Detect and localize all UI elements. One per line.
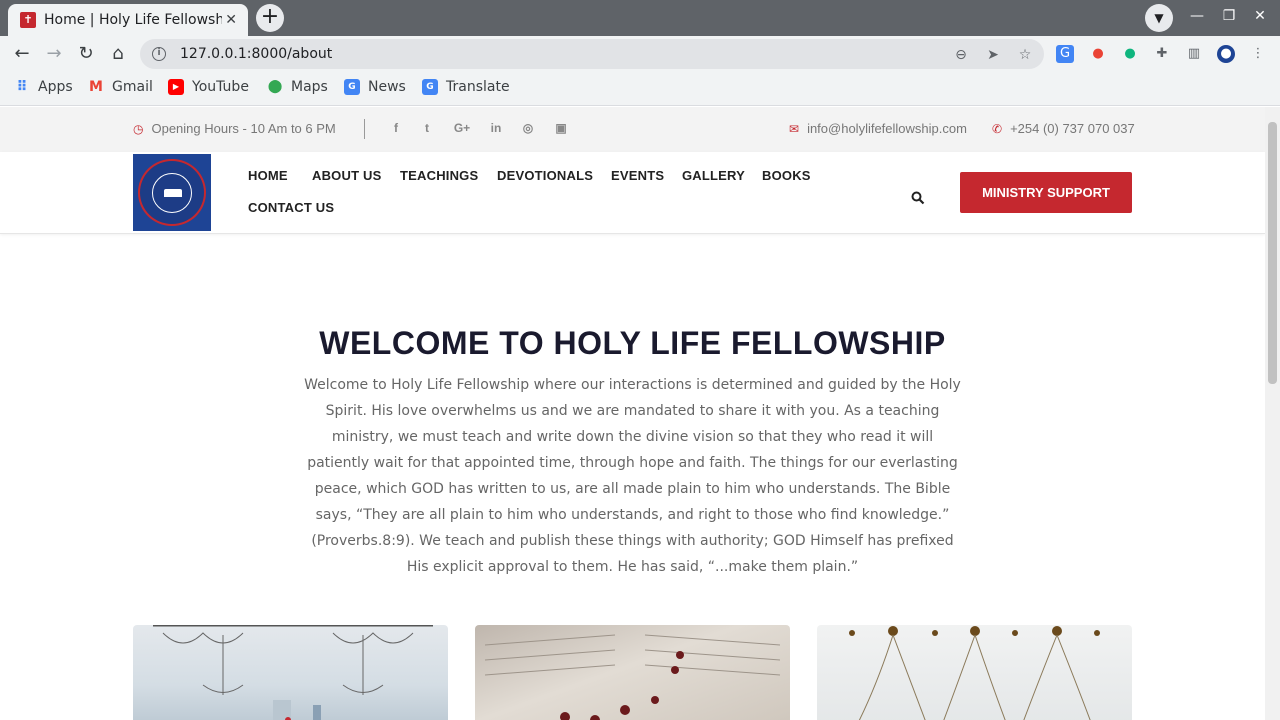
restore-window-button[interactable]: ❐ (1219, 8, 1239, 24)
bookmark-youtube[interactable]: ▶ YouTube (168, 79, 249, 95)
tab-close-icon[interactable]: ✕ (222, 12, 240, 28)
welcome-heading: WELCOME TO HOLY LIFE FELLOWSHIP (319, 325, 946, 361)
bookmark-news[interactable]: G News (344, 79, 406, 95)
ministry-support-button[interactable]: MINISTRY SUPPORT (960, 172, 1132, 213)
phone-text[interactable]: +254 (0) 737 070 037 (1010, 121, 1135, 136)
bookmark-label: YouTube (192, 79, 249, 95)
bookmark-maps[interactable]: ⬤ Maps (267, 79, 328, 95)
twitter-icon[interactable]: t (420, 121, 434, 135)
chandelier-graphic (153, 625, 433, 720)
contact-phone[interactable]: ✆ +254 (0) 737 070 037 (992, 121, 1135, 136)
bible-graphic (484, 634, 781, 720)
home-button[interactable]: ⌂ (106, 42, 130, 66)
reload-button[interactable]: ↻ (74, 42, 98, 66)
close-window-button[interactable]: ✕ (1250, 8, 1270, 24)
nav-about-us[interactable]: ABOUT US (312, 168, 382, 183)
bookmark-label: Gmail (112, 79, 153, 95)
location-extension-icon[interactable]: ● (1089, 45, 1107, 63)
contact-email[interactable]: ✉ info@holylifefellowship.com (789, 121, 967, 136)
tab-title: Home | Holy Life Fellowsh (44, 12, 223, 28)
ceiling-graphic (849, 626, 1100, 720)
nav-teachings[interactable]: TEACHINGS (400, 168, 478, 183)
bookmark-label: Apps (38, 79, 73, 95)
bookmark-translate[interactable]: G Translate (422, 79, 510, 95)
welcome-paragraph: Welcome to Holy Life Fellowship where ou… (304, 377, 961, 575)
bookmarks-bar: ⠿ Apps M Gmail ▶ YouTube ⬤ Maps G News G… (0, 72, 1280, 106)
whatsapp-icon[interactable]: ◎ (521, 121, 535, 135)
send-tab-icon[interactable]: ➤ (984, 46, 1002, 64)
google-translate-extension-icon[interactable]: G (1056, 45, 1074, 63)
zoom-icon[interactable]: ⊖ (952, 46, 970, 64)
tab-search-button[interactable]: ▼ (1145, 4, 1173, 32)
site-logo[interactable] (133, 154, 211, 231)
grammarly-extension-icon[interactable]: ● (1121, 45, 1139, 63)
youtube-icon: ▶ (168, 79, 184, 95)
forward-button[interactable]: → (42, 42, 66, 66)
address-url[interactable]: 127.0.0.1:8000/about (180, 46, 332, 62)
site-info-icon[interactable]: i (152, 47, 166, 61)
bookmark-label: Maps (291, 79, 328, 95)
translate-icon: G (422, 79, 438, 95)
bookmark-label: Translate (446, 79, 510, 95)
nav-events[interactable]: EVENTS (611, 168, 664, 183)
page-scrollbar[interactable] (1265, 107, 1280, 720)
page-viewport: ◷ Opening Hours - 10 Am to 6 PM f t G+ i… (0, 107, 1265, 720)
email-text[interactable]: info@holylifefellowship.com (807, 121, 967, 136)
envelope-icon: ✉ (789, 121, 800, 136)
site-topbar: ◷ Opening Hours - 10 Am to 6 PM f t G+ i… (0, 107, 1265, 152)
church-interior-image[interactable] (133, 625, 448, 720)
profile-avatar[interactable]: ● (1217, 45, 1235, 63)
address-bar[interactable]: i 127.0.0.1:8000/about ⊖ ➤ ☆ (140, 39, 1044, 69)
bookmark-label: News (368, 79, 406, 95)
logo-inner-circle (152, 173, 192, 213)
logo-emblem (138, 159, 206, 226)
facebook-icon[interactable]: f (389, 121, 403, 135)
clock-icon: ◷ (133, 121, 144, 136)
nav-books[interactable]: BOOKS (762, 168, 811, 183)
cathedral-ceiling-image[interactable] (817, 625, 1132, 720)
bookmark-gmail[interactable]: M Gmail (88, 79, 153, 95)
browser-menu-icon[interactable]: ⋮ (1249, 45, 1267, 63)
site-favicon-icon: ✝ (20, 12, 36, 28)
nav-gallery[interactable]: GALLERY (682, 168, 745, 183)
opening-hours-text: Opening Hours - 10 Am to 6 PM (151, 121, 336, 136)
side-panel-icon[interactable]: ▥ (1185, 45, 1203, 63)
bookmark-star-icon[interactable]: ☆ (1016, 46, 1034, 64)
linkedin-icon[interactable]: in (489, 121, 503, 135)
browser-tab[interactable]: ✝ Home | Holy Life Fellowsh ✕ (8, 4, 248, 36)
browser-toolbar: ← → ↻ ⌂ i 127.0.0.1:8000/about ⊖ ➤ ☆ G ●… (0, 36, 1280, 72)
instagram-icon[interactable]: ▣ (554, 121, 568, 135)
scrollbar-thumb[interactable] (1268, 122, 1277, 384)
new-tab-button[interactable]: + (256, 4, 284, 32)
main-navbar: HOME ABOUT US TEACHINGS DEVOTIONALS EVEN… (0, 152, 1265, 234)
phone-icon: ✆ (992, 121, 1003, 136)
maps-icon: ⬤ (267, 79, 283, 94)
bookmark-apps[interactable]: ⠿ Apps (14, 79, 73, 95)
news-icon: G (344, 79, 360, 95)
minimize-window-button[interactable]: — (1187, 8, 1207, 24)
bible-rosary-image[interactable] (475, 625, 790, 720)
gmail-icon: M (89, 79, 103, 95)
google-plus-icon[interactable]: G+ (451, 121, 473, 135)
bible-icon (164, 189, 182, 197)
nav-home[interactable]: HOME (248, 168, 288, 183)
browser-tabstrip: ✝ Home | Holy Life Fellowsh ✕ + ▼ — ❐ ✕ (0, 0, 1280, 36)
nav-contact-us[interactable]: CONTACT US (248, 200, 334, 215)
nav-devotionals[interactable]: DEVOTIONALS (497, 168, 593, 183)
back-button[interactable]: ← (10, 42, 34, 66)
apps-grid-icon: ⠿ (16, 79, 28, 95)
extensions-puzzle-icon[interactable]: ✚ (1153, 45, 1171, 63)
opening-hours: ◷ Opening Hours - 10 Am to 6 PM (133, 121, 336, 136)
search-icon[interactable] (911, 191, 925, 205)
topbar-divider (364, 119, 365, 139)
